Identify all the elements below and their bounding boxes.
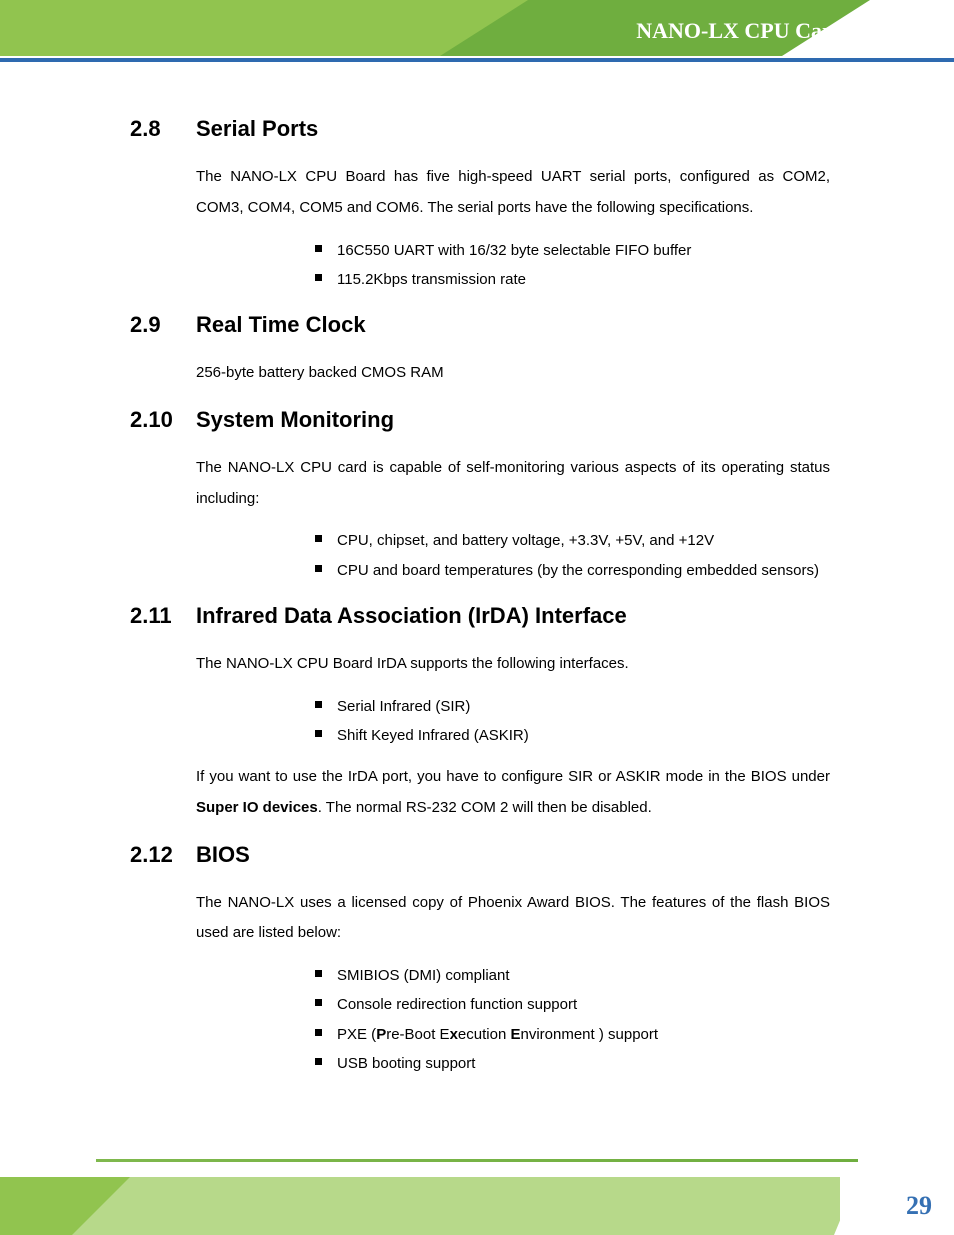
text-run: . The normal RS-232 COM 2 will then be d… [318, 799, 652, 816]
bullet-list: SMIBIOS (DMI) compliant Console redirect… [315, 961, 830, 1078]
paragraph: 256-byte battery backed CMOS RAM [196, 358, 830, 389]
section-irda-interface: 2.11Infrared Data Association (IrDA) Int… [130, 603, 830, 824]
list-item: USB booting support [315, 1049, 830, 1078]
bullet-list: Serial Infrared (SIR) Shift Keyed Infrar… [315, 692, 830, 751]
section-title: Serial Ports [196, 116, 318, 141]
section-number: 2.8 [130, 116, 196, 142]
text-bold: E [510, 1026, 520, 1043]
list-item: Serial Infrared (SIR) [315, 692, 830, 721]
paragraph: The NANO-LX CPU Board IrDA supports the … [196, 649, 830, 680]
list-item: 16C550 UART with 16/32 byte selectable F… [315, 236, 830, 265]
paragraph: The NANO-LX CPU card is capable of self-… [196, 453, 830, 515]
section-title: Real Time Clock [196, 312, 366, 337]
heading-2-10: 2.10System Monitoring [130, 407, 830, 433]
text-run: PXE ( [337, 1026, 376, 1043]
page-number: 29 [906, 1191, 932, 1221]
section-number: 2.9 [130, 312, 196, 338]
footer-rule [96, 1159, 858, 1162]
section-number: 2.11 [130, 603, 196, 629]
footer-bar-light [0, 1177, 840, 1235]
heading-2-8: 2.8Serial Ports [130, 116, 830, 142]
list-item: PXE (Pre-Boot Execution Environment ) su… [315, 1020, 830, 1049]
page-header: NANO-LX CPU Card [0, 0, 954, 56]
section-number: 2.10 [130, 407, 196, 433]
section-title: BIOS [196, 842, 250, 867]
page-number-wedge: 29 [834, 1177, 954, 1235]
section-title: Infrared Data Association (IrDA) Interfa… [196, 603, 627, 628]
heading-2-9: 2.9Real Time Clock [130, 312, 830, 338]
section-system-monitoring: 2.10System Monitoring The NANO-LX CPU ca… [130, 407, 830, 585]
paragraph: The NANO-LX CPU Board has five high-spee… [196, 162, 830, 224]
list-item: 115.2Kbps transmission rate [315, 265, 830, 294]
document-title: NANO-LX CPU Card [636, 18, 844, 44]
bullet-list: 16C550 UART with 16/32 byte selectable F… [315, 236, 830, 295]
section-serial-ports: 2.8Serial Ports The NANO-LX CPU Board ha… [130, 116, 830, 294]
list-item: Console redirection function support [315, 990, 830, 1019]
page-footer: 29 [0, 1177, 954, 1235]
list-item: CPU, chipset, and battery voltage, +3.3V… [315, 526, 830, 555]
text-run: nvironment ) support [520, 1026, 658, 1043]
text-run: ecution [458, 1026, 511, 1043]
heading-2-11: 2.11Infrared Data Association (IrDA) Int… [130, 603, 830, 629]
paragraph: The NANO-LX uses a licensed copy of Phoe… [196, 888, 830, 950]
bullet-list: CPU, chipset, and battery voltage, +3.3V… [315, 526, 830, 585]
text-bold: x [450, 1026, 458, 1043]
text-run: If you want to use the IrDA port, you ha… [196, 768, 830, 785]
list-item: CPU and board temperatures (by the corre… [315, 556, 830, 585]
section-real-time-clock: 2.9Real Time Clock 256-byte battery back… [130, 312, 830, 389]
section-number: 2.12 [130, 842, 196, 868]
list-item: Shift Keyed Infrared (ASKIR) [315, 721, 830, 750]
section-title: System Monitoring [196, 407, 394, 432]
text-bold: P [376, 1026, 386, 1043]
list-item: SMIBIOS (DMI) compliant [315, 961, 830, 990]
section-bios: 2.12BIOS The NANO-LX uses a licensed cop… [130, 842, 830, 1079]
paragraph: If you want to use the IrDA port, you ha… [196, 762, 830, 824]
text-run: re-Boot E [386, 1026, 449, 1043]
heading-2-12: 2.12BIOS [130, 842, 830, 868]
page-content: 2.8Serial Ports The NANO-LX CPU Board ha… [130, 100, 830, 1096]
text-bold: Super IO devices [196, 799, 318, 816]
